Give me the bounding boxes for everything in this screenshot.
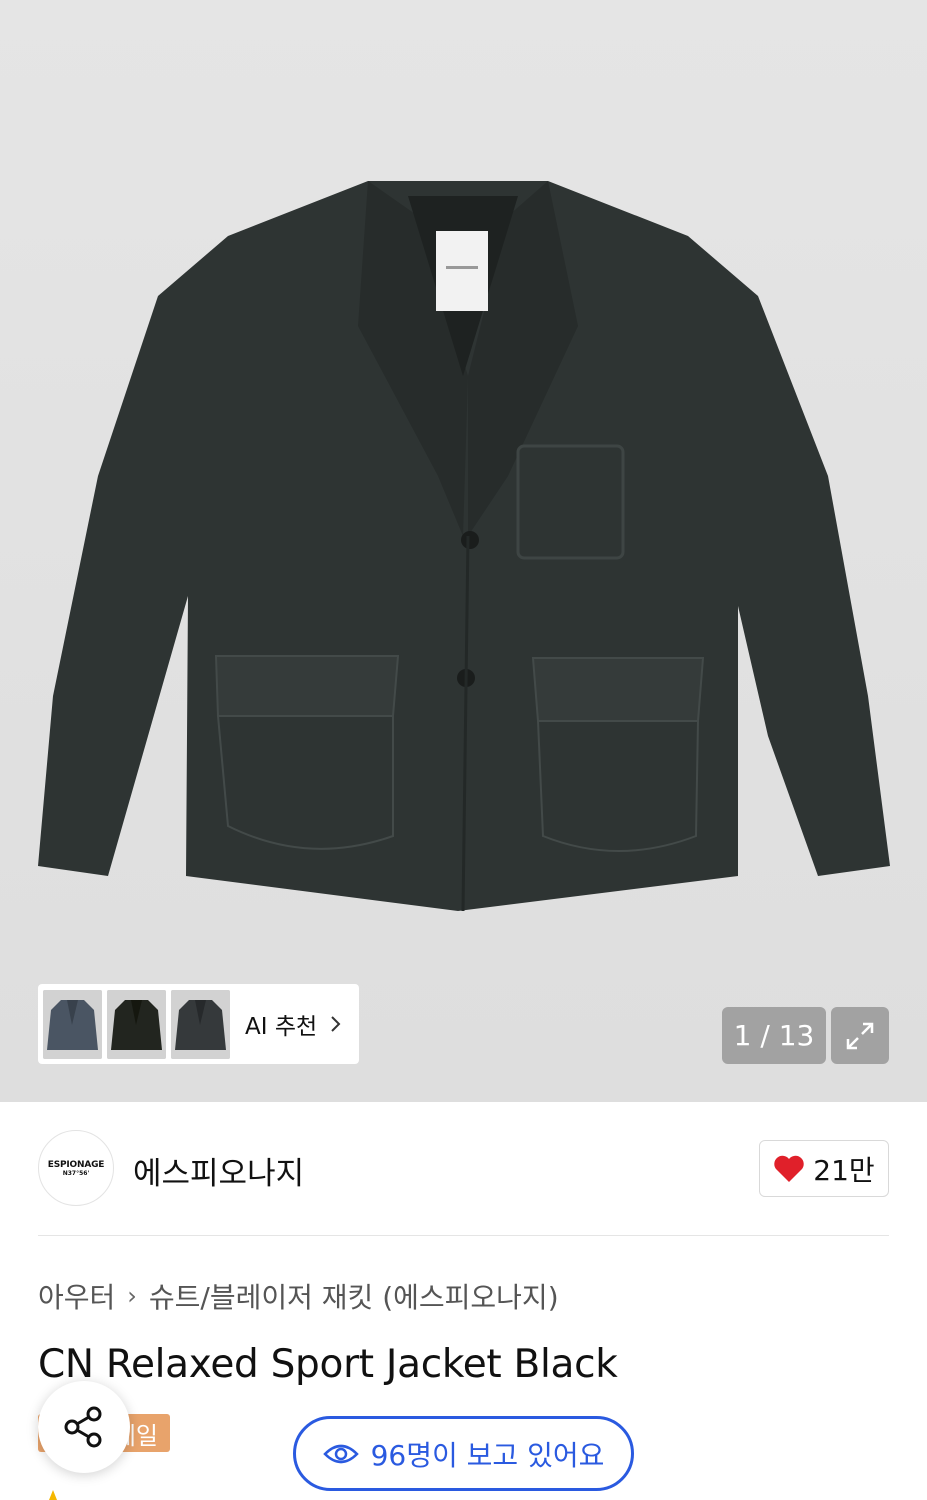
brand-name[interactable]: 에스피오나지	[133, 1148, 304, 1193]
ai-recommend-strip[interactable]: AI 추천	[38, 984, 359, 1064]
breadcrumb-category[interactable]: 아우터	[38, 1276, 115, 1316]
product-image-gallery[interactable]: AI 추천 1 / 13	[0, 0, 927, 1102]
expand-button[interactable]	[831, 1007, 889, 1064]
like-count: 21만	[813, 1153, 875, 1187]
eye-icon	[322, 1444, 359, 1463]
star-icon	[38, 1490, 68, 1500]
brand-logo-text: ESPIONAGE	[47, 1159, 105, 1170]
expand-icon	[846, 1022, 874, 1049]
rating-row-partial	[38, 1490, 338, 1500]
product-title: CN Relaxed Sport Jacket Black	[38, 1342, 618, 1387]
divider	[38, 1235, 889, 1236]
brand-row[interactable]: ESPIONAGE N37°56' 에스피오나지 21만	[38, 1130, 889, 1208]
breadcrumb: 아우터 › 슈트/블레이저 재킷 (에스피오나지)	[38, 1276, 559, 1316]
image-counter: 1 / 13	[722, 1007, 826, 1064]
thumbnail-black-jacket[interactable]	[107, 989, 166, 1059]
product-image-jacket	[38, 181, 890, 912]
chevron-right-icon	[331, 1016, 341, 1032]
heart-icon	[774, 1155, 804, 1182]
thumbnail-navy-jacket[interactable]	[43, 989, 102, 1059]
share-icon	[64, 1406, 102, 1448]
brand-like-button[interactable]: 21만	[759, 1140, 889, 1197]
share-button[interactable]	[38, 1381, 130, 1473]
chevron-right-icon: ›	[127, 1282, 137, 1310]
brand-logo[interactable]: ESPIONAGE N37°56'	[38, 1130, 114, 1206]
viewers-text: 96명이 보고 있어요	[370, 1438, 605, 1472]
brand-logo-subtext: N37°56'	[62, 1169, 90, 1177]
thumbnail-charcoal-jacket[interactable]	[171, 989, 230, 1059]
breadcrumb-subcategory[interactable]: 슈트/블레이저 재킷 (에스피오나지)	[149, 1276, 559, 1316]
viewers-indicator: 96명이 보고 있어요	[293, 1416, 634, 1491]
ai-recommend-label[interactable]: AI 추천	[245, 1007, 317, 1041]
